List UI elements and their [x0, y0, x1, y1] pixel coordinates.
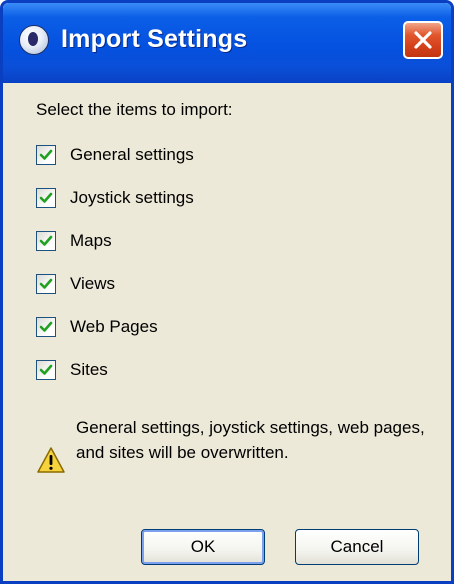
checkmark-icon: [39, 278, 53, 289]
item-maps[interactable]: Maps: [36, 228, 112, 254]
checkmark-icon: [39, 321, 53, 332]
warning-text: General settings, joystick settings, web…: [76, 418, 425, 462]
close-button[interactable]: [403, 21, 443, 59]
checkmark-icon: [39, 149, 53, 160]
item-label: Sites: [70, 360, 108, 379]
item-views[interactable]: Views: [36, 271, 115, 297]
item-web-pages[interactable]: Web Pages: [36, 314, 158, 340]
app-icon: [19, 25, 49, 55]
checkmark-icon: [39, 192, 53, 203]
window-title: Import Settings: [61, 25, 248, 53]
checkbox[interactable]: [36, 145, 56, 165]
item-label: Web Pages: [70, 317, 158, 336]
warning-icon: [37, 447, 65, 473]
import-prompt: Select the items to import:: [36, 100, 233, 119]
checkbox[interactable]: [36, 188, 56, 208]
checkmark-icon: [39, 235, 53, 246]
cancel-button[interactable]: Cancel: [295, 529, 419, 565]
checkbox[interactable]: [36, 317, 56, 337]
import-settings-dialog: Import Settings Select the items to impo…: [0, 0, 454, 584]
item-sites[interactable]: Sites: [36, 357, 108, 383]
checkbox[interactable]: [36, 274, 56, 294]
item-general-settings[interactable]: General settings: [36, 142, 194, 168]
item-label: General settings: [70, 145, 194, 164]
item-label: Views: [70, 274, 116, 293]
title-bar[interactable]: Import Settings: [3, 3, 451, 83]
ok-button[interactable]: OK: [141, 529, 265, 565]
item-joystick-settings[interactable]: Joystick settings: [36, 185, 194, 211]
close-icon: [414, 31, 432, 49]
item-label: Joystick settings: [70, 188, 194, 207]
checkbox[interactable]: [36, 231, 56, 251]
item-label: Maps: [70, 231, 112, 250]
checkmark-icon: [39, 364, 53, 375]
checkbox[interactable]: [36, 360, 56, 380]
